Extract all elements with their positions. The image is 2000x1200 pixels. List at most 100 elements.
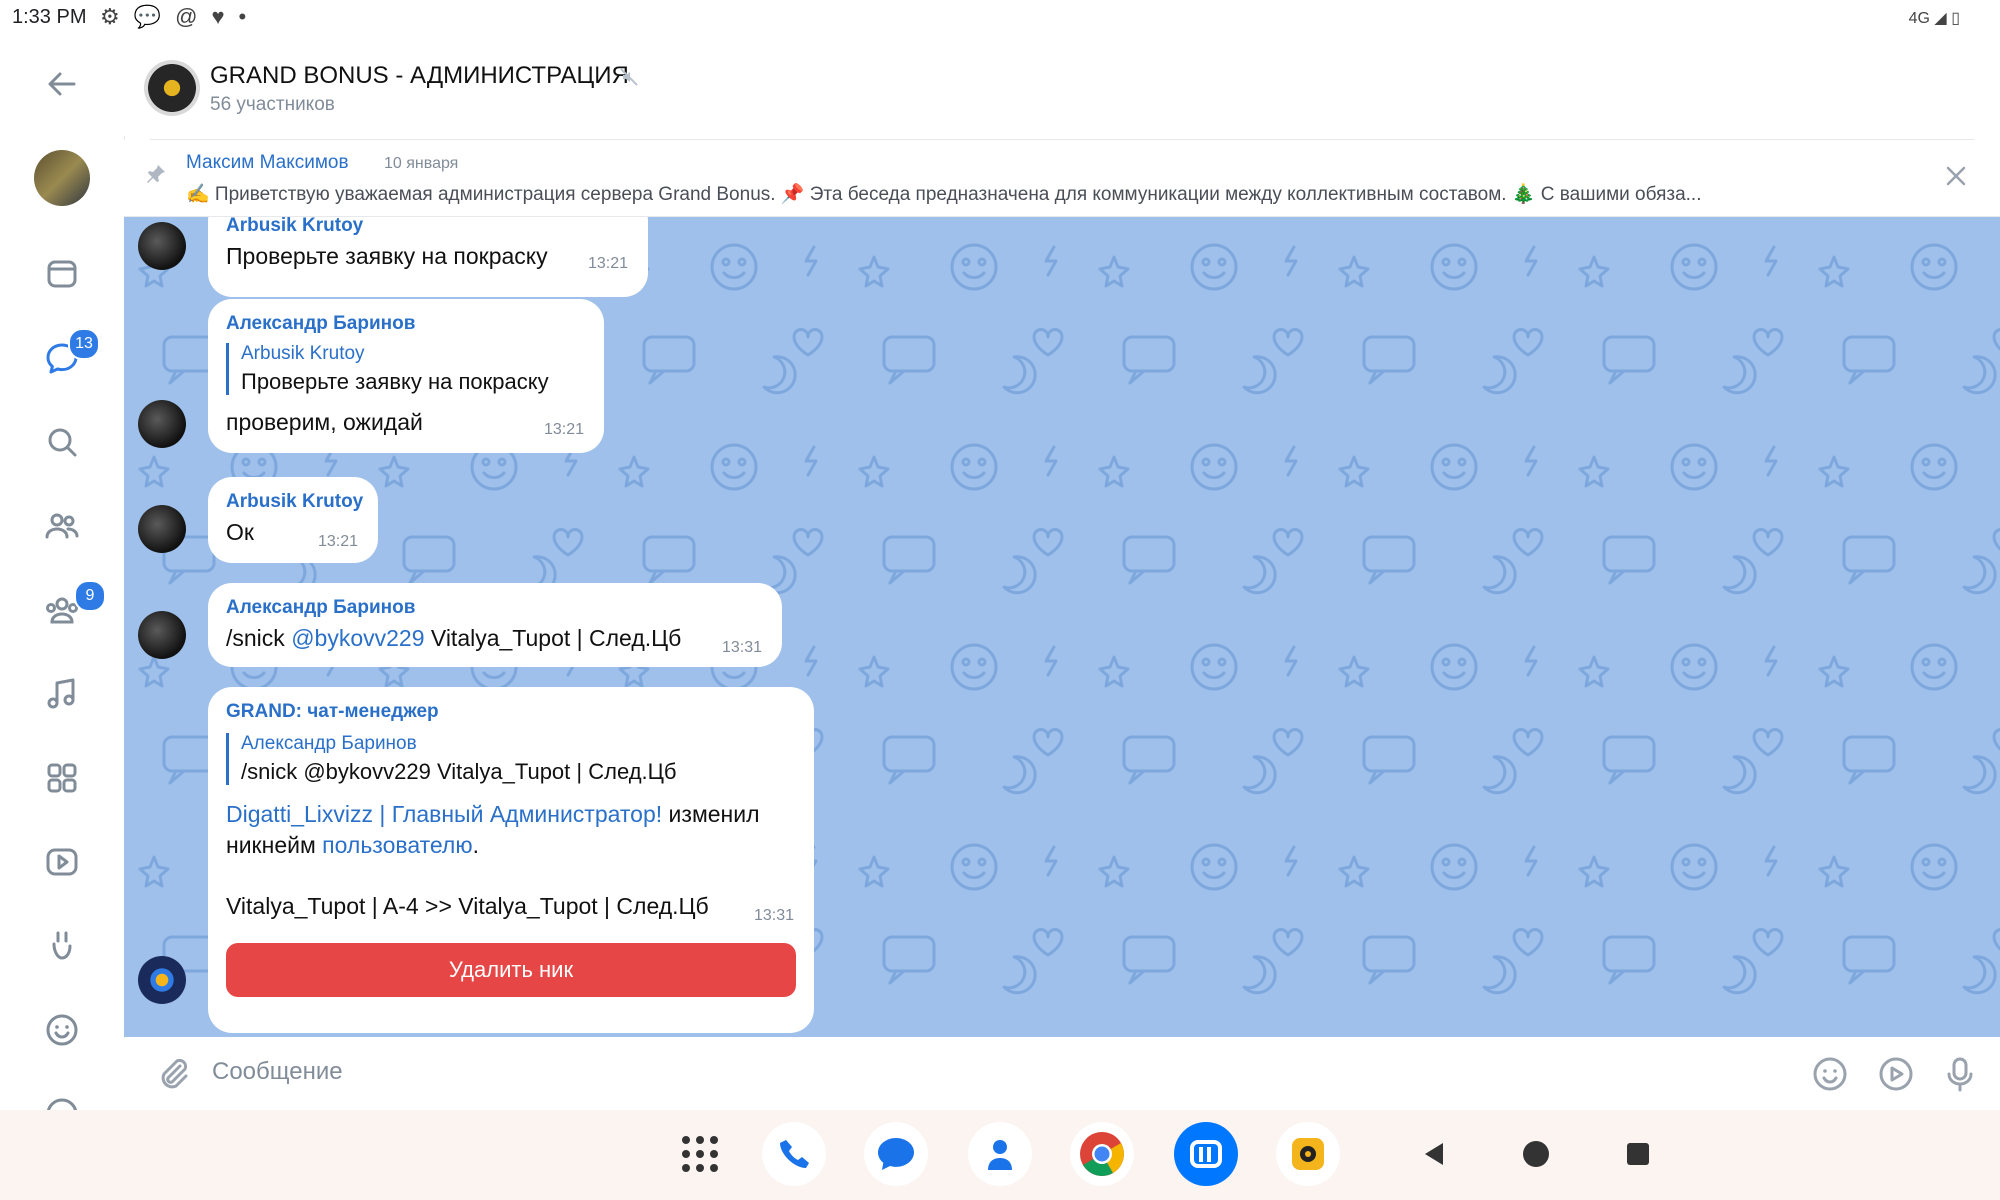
user-link[interactable]: пользователю [322,832,472,858]
user-avatar[interactable] [138,400,186,448]
status-bar: 1:33 PM ⚙ 💬 @ ♥ • 4G ◢ ▯ [0,0,2000,36]
notification-icons: ⚙ 💬 @ ♥ • [100,4,246,30]
message-author[interactable]: Arbusik Krutoy [226,217,363,237]
network-label: 4G [1908,10,1930,27]
nickname-label: никнейм [226,832,323,858]
emoji-icon[interactable] [1810,1054,1850,1094]
rail-item-music[interactable] [0,664,124,724]
mention-link[interactable]: @bykovv229 [291,625,424,651]
pinned-message[interactable]: Максим Максимов 10 января ✍️ Приветствую… [124,140,2000,217]
bot-message-bubble[interactable]: GRAND: чат-менеджер Александр Баринов /s… [208,687,814,1033]
back-button[interactable] [0,54,124,114]
settings-icon: ⚙ [100,4,120,29]
message-author[interactable]: Александр Баринов [226,313,415,335]
dot-icon: • [238,4,247,29]
video-message-icon[interactable] [1876,1054,1916,1094]
user-avatar[interactable] [138,222,186,270]
emoji-icon [46,1014,78,1046]
message-author[interactable]: Александр Баринов [226,597,415,619]
reply-text: Проверьте заявку на покраску [241,369,549,394]
at-sign-icon: @ [175,4,198,29]
message-text: /snick @bykovv229 Vitalya_Tupot | След.Ц… [226,625,681,652]
contacts-app-icon[interactable] [968,1122,1032,1186]
message-time: 13:31 [721,639,762,656]
chat-title[interactable]: GRAND BONUS - АДМИНИСТРАЦИЯ [210,62,629,90]
video-icon [46,848,78,876]
pinned-author: Максим Максимов [186,152,349,173]
message-bubble[interactable]: Arbusik Krutoy Ок 13:21 [208,477,378,563]
period: . [472,832,479,858]
back-arrow-icon [48,72,76,96]
changed-label: изменил [662,801,760,827]
message-text-line-1: Digatti_Lixvizz | Главный Администратор!… [226,801,760,828]
message-author[interactable]: Arbusik Krutoy [226,491,363,513]
clips-icon [52,931,72,960]
message-bubble[interactable]: Александр Баринов Arbusik Krutoy Проверь… [208,299,604,453]
message-text-line-2: никнейм пользователю. [226,832,479,859]
message-time: 13:21 [587,255,628,272]
game-app-icon[interactable] [1276,1122,1340,1186]
pin-icon [147,165,165,183]
group-avatar[interactable] [144,60,200,116]
paperclip-icon[interactable] [154,1054,192,1092]
rail-item-messages[interactable]: 13 [0,328,124,388]
rail-item-more[interactable] [0,1084,124,1110]
music-icon [47,678,75,709]
delete-nickname-button[interactable]: Удалить ник [226,943,796,997]
rail-item-video[interactable] [0,832,124,892]
signal-icon: ◢ [1934,10,1947,27]
rail-item-newsfeed[interactable] [0,244,124,304]
user-avatar[interactable] [138,505,186,553]
vk-messenger-app-icon[interactable] [1174,1122,1238,1186]
message-composer: Сообщение [124,1038,2000,1110]
status-time: 1:33 PM [12,6,87,28]
profile-avatar [34,150,90,206]
home-nav-button[interactable] [1504,1122,1568,1186]
pinned-date: 10 января [384,155,459,172]
communities-badge: 9 [74,580,106,612]
services-icon [47,763,77,793]
microphone-icon[interactable] [1940,1054,1980,1094]
reply-quote[interactable]: Arbusik Krutoy Проверьте заявку на покра… [226,343,549,395]
close-icon[interactable] [1942,162,1970,190]
bot-avatar[interactable] [138,956,186,1004]
message-bubble[interactable]: Arbusik Krutoy Проверьте заявку на покра… [208,217,648,297]
user-avatar[interactable] [138,611,186,659]
message-text: Ок [226,519,254,545]
rail-item-search[interactable] [0,412,124,472]
navigation-rail: 13 9 [0,36,125,1110]
members-count[interactable]: 56 участников [210,94,335,116]
message-time: 13:21 [317,533,358,550]
messages-app-icon[interactable] [864,1122,928,1186]
rail-item-communities[interactable]: 9 [0,580,124,640]
chrome-app-icon[interactable] [1070,1122,1134,1186]
app-drawer-icon[interactable] [668,1122,732,1186]
command-text: /snick [226,625,292,651]
message-text: Проверьте заявку на покраску [226,243,548,269]
rail-item-friends[interactable] [0,496,124,556]
rail-item-stickers[interactable] [0,1000,124,1060]
pinned-text: ✍️ Приветствую уважаемая администрация с… [186,184,1702,205]
message-notification-icon: 💬 [133,4,162,29]
back-nav-button[interactable] [1402,1122,1466,1186]
mute-icon [620,68,638,86]
search-icon [48,428,77,457]
reply-author: Александр Баринов [241,733,417,754]
battery-icon: ▯ [1951,10,1960,27]
admin-link[interactable]: Digatti_Lixvizz | Главный Администратор! [226,801,662,827]
message-input[interactable]: Сообщение [212,1058,343,1086]
message-author[interactable]: GRAND: чат-менеджер [226,701,439,723]
message-list[interactable]: Arbusik Krutoy Проверьте заявку на покра… [124,217,2000,1037]
recents-nav-button[interactable] [1606,1122,1670,1186]
messages-badge: 13 [68,328,100,360]
message-bubble[interactable]: Александр Баринов /snick @bykovv229 Vita… [208,583,782,667]
reply-quote[interactable]: Александр Баринов /snick @bykovv229 Vita… [226,733,677,785]
message-time: 13:31 [753,907,794,924]
rail-item-clips[interactable] [0,916,124,976]
phone-app-icon[interactable] [762,1122,826,1186]
friends-icon [45,513,79,539]
status-right: 4G ◢ ▯ [1909,8,1960,28]
rail-item-services[interactable] [0,748,124,808]
newsfeed-icon [47,260,77,288]
profile-avatar-button[interactable] [0,142,124,214]
